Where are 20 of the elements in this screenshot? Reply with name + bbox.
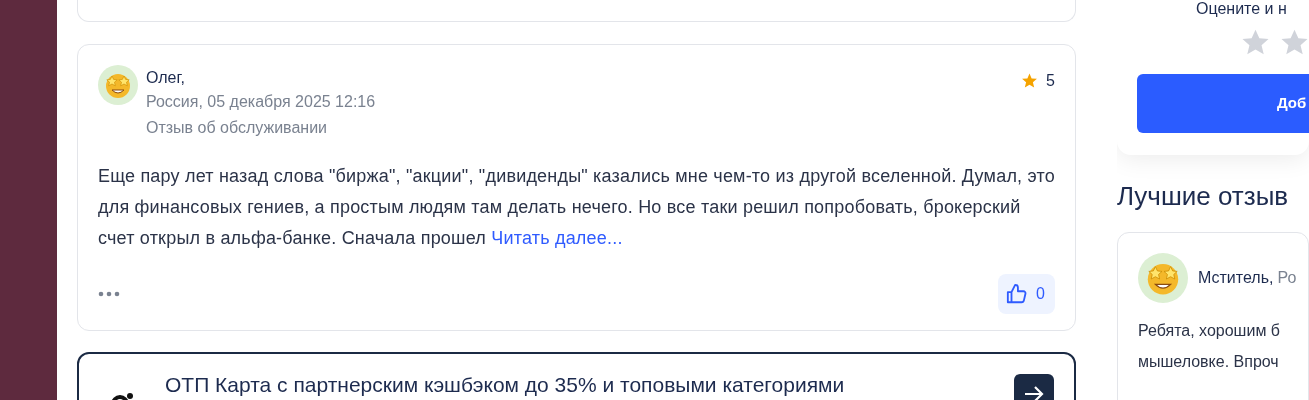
add-review-button[interactable]: Доб [1137, 74, 1309, 133]
review-text: Еще пару лет назад слова "биржа", "акции", "дивиденды" казались мне чем-то из другой вселенной. Думал, это для финансовых гениев, а простым людям там делать нечего. Но все таки решил попробовать, брокерский счет открыл в альфа-банке. Сначала прошел Читать далее... [98, 165, 1055, 250]
author-name: Мститель, [1198, 268, 1274, 289]
section-title: Лучшие отзыв [1117, 181, 1290, 213]
arrow-icon [1024, 386, 1044, 400]
review-text-line: Ребята, хорошим б [1138, 321, 1281, 342]
more-icon[interactable] [98, 291, 120, 297]
promo-banner[interactable]: ОТП Карта с партнерским кэшбэком до 35% и топовыми категориями [77, 352, 1076, 400]
review-location: Ро [1277, 268, 1297, 289]
review-text-line: мышеловке. Впроч [1138, 352, 1280, 373]
like-button[interactable]: 0 [998, 274, 1055, 314]
review-category: Отзыв об обслуживании [146, 118, 329, 138]
read-more-link[interactable]: Читать далее... [491, 228, 623, 248]
rating-value: 5 [1046, 71, 1055, 91]
promo-text: ОТП Карта с партнерским кэшбэком до 35% и топовыми категориями [165, 373, 845, 398]
author-name: Олег, [146, 68, 186, 88]
review-meta: Россия, 05 декабря 2025 12:16 [146, 92, 377, 112]
rate-prompt: Оцените и н [1195, 0, 1288, 18]
thumbs-up-icon [1006, 283, 1029, 305]
star-icon [1021, 72, 1039, 89]
